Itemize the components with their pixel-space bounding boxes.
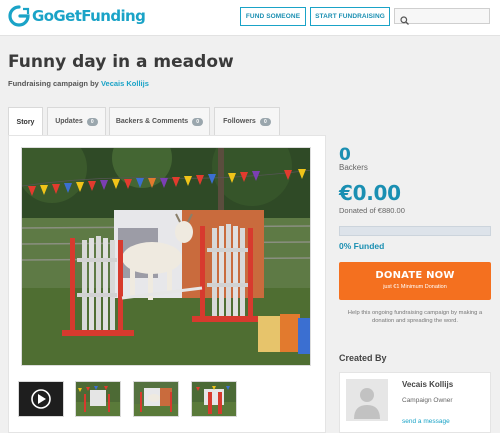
- photo-thumbnail[interactable]: [75, 381, 121, 417]
- backers-label: Backers: [339, 163, 368, 172]
- tab-updates[interactable]: Updates 0: [47, 107, 106, 135]
- owner-card: Vecais Kollijs Campaign Owner send a mes…: [339, 372, 491, 433]
- user-icon: [346, 379, 388, 421]
- progress-bar: [339, 226, 491, 236]
- thumbnail-image: [134, 382, 178, 416]
- donate-label: DONATE NOW: [375, 270, 455, 281]
- goat-jumping-image: [22, 148, 310, 365]
- tab-backers-comments[interactable]: Backers & Comments 0: [109, 107, 210, 135]
- tab-label: Story: [16, 118, 35, 126]
- raised-amount: €0.00: [339, 181, 401, 205]
- send-message-link[interactable]: send a message: [402, 418, 450, 425]
- help-text: Help this ongoing fundraising campaign b…: [347, 310, 483, 324]
- logo-icon: [8, 5, 30, 27]
- owner-role: Campaign Owner: [402, 397, 453, 404]
- page-title: Funny day in a meadow: [8, 52, 234, 72]
- owner-name[interactable]: Vecais Kollijs: [402, 380, 453, 389]
- minimum-donation: just €1 Minimum Donation: [383, 284, 447, 290]
- tab-label: Followers: [223, 118, 256, 125]
- donate-now-button[interactable]: DONATE NOW just €1 Minimum Donation: [339, 262, 491, 300]
- count-badge: 0: [259, 117, 271, 126]
- donated-of-goal: Donated of €880.00: [339, 206, 405, 215]
- play-icon: [19, 382, 63, 416]
- fund-someone-button[interactable]: FUND SOMEONE: [240, 7, 306, 26]
- story-panel: [8, 135, 326, 433]
- tab-label: Backers & Comments: [115, 118, 189, 125]
- count-badge: 0: [192, 117, 204, 126]
- search-icon: [400, 12, 409, 25]
- tab-story[interactable]: Story: [8, 107, 43, 136]
- count-badge: 0: [86, 117, 98, 126]
- owner-link[interactable]: Vecais Kollijs: [101, 79, 149, 88]
- photo-thumbnail[interactable]: [133, 381, 179, 417]
- tab-label: Updates: [55, 118, 83, 125]
- search-input[interactable]: [394, 8, 490, 25]
- subtitle-prefix: Fundraising campaign by: [8, 79, 99, 88]
- campaign-subtitle: Fundraising campaign by Vecais Kollijs: [8, 79, 149, 88]
- logo-text: GoGetFunding: [32, 7, 146, 25]
- funded-percent: 0% Funded: [339, 241, 385, 251]
- thumbnail-image: [76, 382, 120, 416]
- avatar[interactable]: [346, 379, 388, 421]
- created-by-heading: Created By: [339, 353, 387, 363]
- campaign-photo[interactable]: [21, 147, 311, 366]
- backers-count: 0: [339, 145, 351, 165]
- logo[interactable]: GoGetFunding: [8, 5, 146, 27]
- site-header: GoGetFunding FUND SOMEONE START FUNDRAIS…: [0, 0, 500, 36]
- video-thumbnail[interactable]: [18, 381, 64, 417]
- campaign-sidebar: 0 Backers €0.00 Donated of €880.00 0% Fu…: [338, 135, 500, 433]
- photo-thumbnail[interactable]: [191, 381, 237, 417]
- tab-followers[interactable]: Followers 0: [214, 107, 280, 135]
- start-fundraising-button[interactable]: START FUNDRAISING: [310, 7, 390, 26]
- thumbnail-image: [192, 382, 236, 416]
